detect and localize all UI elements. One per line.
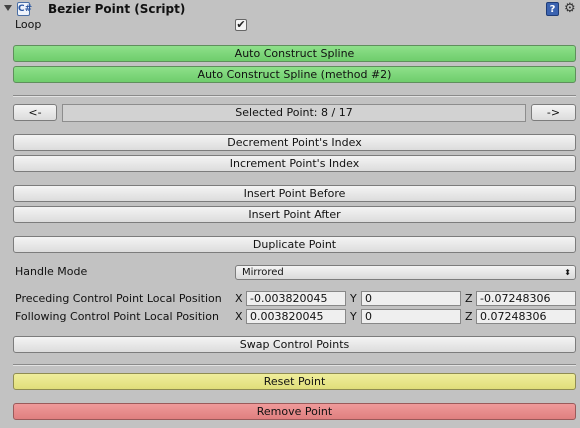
preceding-position-label: Preceding Control Point Local Position — [15, 292, 222, 305]
previous-point-button[interactable]: <- — [13, 104, 57, 121]
preceding-x-label: X — [235, 292, 243, 305]
following-y-field[interactable]: 0 — [361, 309, 461, 324]
reset-point-button[interactable]: Reset Point — [13, 373, 576, 390]
following-y-label: Y — [350, 310, 357, 323]
preceding-y-field[interactable]: 0 — [361, 291, 461, 306]
foldout-arrow-icon[interactable] — [4, 5, 12, 11]
checkmark-icon: ✔ — [236, 18, 246, 31]
insert-point-after-button[interactable]: Insert Point After — [13, 206, 576, 223]
divider — [13, 95, 576, 97]
handle-mode-dropdown[interactable]: Mirrored ⬍ — [235, 265, 576, 280]
loop-label: Loop — [15, 18, 42, 31]
preceding-y-label: Y — [350, 292, 357, 305]
increment-index-button[interactable]: Increment Point's Index — [13, 155, 576, 172]
duplicate-point-button[interactable]: Duplicate Point — [13, 236, 576, 253]
following-z-field[interactable]: 0.07248306 — [476, 309, 576, 324]
preceding-z-label: Z — [465, 292, 473, 305]
selected-point-display: Selected Point: 8 / 17 — [62, 104, 526, 122]
auto-construct-spline-button[interactable]: Auto Construct Spline — [13, 45, 576, 62]
following-position-label: Following Control Point Local Position — [15, 310, 219, 323]
help-icon[interactable]: ? — [546, 2, 559, 16]
following-x-field[interactable]: 0.003820045 — [246, 309, 346, 324]
next-point-button[interactable]: -> — [531, 104, 576, 121]
preceding-z-field[interactable]: -0.07248306 — [476, 291, 576, 306]
gear-icon[interactable]: ⚙ — [564, 1, 576, 17]
loop-checkbox[interactable]: ✔ — [235, 19, 247, 31]
remove-point-button[interactable]: Remove Point — [13, 403, 576, 420]
preceding-x-field[interactable]: -0.003820045 — [246, 291, 346, 306]
insert-point-before-button[interactable]: Insert Point Before — [13, 185, 576, 202]
component-title: Bezier Point (Script) — [48, 2, 186, 16]
divider — [13, 364, 576, 366]
auto-construct-spline-method2-button[interactable]: Auto Construct Spline (method #2) — [13, 66, 576, 83]
script-icon: C# — [17, 2, 33, 16]
handle-mode-value: Mirrored — [242, 267, 284, 278]
decrement-index-button[interactable]: Decrement Point's Index — [13, 134, 576, 151]
swap-control-points-button[interactable]: Swap Control Points — [13, 336, 576, 353]
handle-mode-label: Handle Mode — [15, 265, 88, 278]
following-x-label: X — [235, 310, 243, 323]
following-z-label: Z — [465, 310, 473, 323]
dropdown-arrow-icon: ⬍ — [564, 268, 571, 277]
